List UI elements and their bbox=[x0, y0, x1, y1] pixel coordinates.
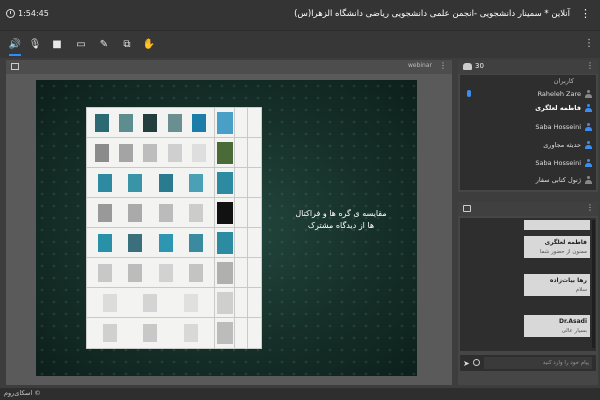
user-name: ژنول کتابی سفار bbox=[535, 176, 581, 184]
users-count-value: 30 bbox=[475, 62, 484, 70]
chat-message: رها بیات‌زاده سلام bbox=[524, 274, 590, 296]
user-name: حدیثه مجاوری bbox=[543, 141, 581, 149]
mic-muted-icon[interactable]: 🎙 bbox=[28, 37, 42, 51]
clock-icon bbox=[6, 9, 15, 18]
user-icon bbox=[585, 141, 592, 149]
figure-row bbox=[87, 138, 261, 168]
chat-message: فاطمه لعلگری ممنون از حضور شما bbox=[524, 236, 590, 258]
figure-row bbox=[87, 228, 261, 258]
presentation-panel: webinar ⋮ مقایسه ی گره ها و فراکتال ها ا… bbox=[6, 60, 452, 385]
session-time: 1:54:45 bbox=[18, 9, 49, 18]
chat-input[interactable] bbox=[484, 357, 592, 369]
user-icon bbox=[585, 104, 592, 112]
users-panel-header: 30 ⋮ bbox=[458, 60, 598, 74]
screen-share-icon[interactable]: ▭ bbox=[74, 37, 88, 51]
chat-text: ممنون از حضور شما bbox=[539, 249, 587, 255]
main-menu-icon[interactable]: ⋮ bbox=[580, 8, 591, 19]
chat-input-bar: ➤ bbox=[460, 355, 596, 371]
raise-hand-icon[interactable]: ✋ bbox=[142, 37, 156, 51]
user-icon bbox=[585, 123, 592, 131]
user-row[interactable]: ژنول کتابی سفار bbox=[536, 174, 592, 186]
top-bar: 1:54:45 آنلاین * سمینار دانشجویی -انجمن … bbox=[0, 0, 600, 30]
speaking-mic-icon bbox=[467, 90, 471, 97]
presentation-header: webinar ⋮ bbox=[6, 60, 452, 74]
chat-menu-icon[interactable]: ⋮ bbox=[586, 203, 594, 212]
chat-text: سلام bbox=[575, 287, 587, 293]
chat-panel-header: ⋮ bbox=[458, 202, 598, 216]
user-icon bbox=[585, 176, 592, 184]
chat-scrollbar[interactable] bbox=[592, 220, 595, 348]
users-panel: 30 ⋮ کاربران Raheleh Zare فاطمه لعلگری S… bbox=[458, 60, 598, 192]
presentation-panel-icon bbox=[11, 63, 19, 70]
users-menu-icon[interactable]: ⋮ bbox=[586, 61, 594, 70]
presentation-icon[interactable]: ⧉ bbox=[120, 37, 134, 51]
toolbar-more-icon[interactable]: ⋮ bbox=[584, 38, 594, 49]
session-timer: 1:54:45 bbox=[6, 9, 49, 18]
figure-row bbox=[87, 198, 261, 228]
figure-row bbox=[87, 318, 261, 348]
people-icon bbox=[463, 62, 472, 70]
user-name: Saba Hosseini bbox=[535, 159, 581, 167]
user-row[interactable]: حدیثه مجاوری bbox=[543, 139, 592, 151]
brand-label: اسکای‌روم © bbox=[4, 389, 41, 397]
figure-row bbox=[87, 258, 261, 288]
user-name: Saba Hosseini bbox=[535, 123, 581, 131]
chat-message: Dr.Asadi بسیار عالی bbox=[524, 315, 590, 337]
chat-sender: Dr.Asadi bbox=[559, 318, 587, 325]
user-icon bbox=[585, 159, 592, 167]
presentation-menu-icon[interactable]: ⋮ bbox=[439, 61, 447, 70]
emoji-icon[interactable] bbox=[473, 359, 480, 366]
user-name: Raheleh Zare bbox=[537, 90, 581, 98]
chat-sender: رها بیات‌زاده bbox=[549, 277, 587, 284]
draw-icon[interactable]: ✎ bbox=[97, 37, 111, 51]
figure-row bbox=[87, 288, 261, 318]
presentation-tag: webinar bbox=[407, 62, 432, 69]
users-section-label: کاربران bbox=[553, 77, 574, 85]
audio-icon[interactable]: 🔊 bbox=[8, 37, 22, 56]
room-title: آنلاین * سمینار دانشجویی -انجمن علمی دان… bbox=[294, 9, 570, 19]
user-row[interactable]: فاطمه لعلگری bbox=[535, 102, 592, 114]
user-row[interactable]: Saba Hosseini bbox=[535, 121, 592, 133]
user-row[interactable]: Raheleh Zare bbox=[538, 88, 592, 100]
users-count: 30 bbox=[463, 62, 484, 70]
slide-figure-table bbox=[86, 107, 262, 349]
chat-messages[interactable]: فاطمه لعلگری ممنون از حضور شما رها بیات‌… bbox=[460, 218, 596, 351]
chat-text: بسیار عالی bbox=[561, 328, 587, 334]
user-row[interactable]: Saba Hosseini bbox=[535, 157, 592, 169]
figure-row bbox=[87, 168, 261, 198]
toolbar: 🔊 🎙 ■ ▭ ✎ ⧉ ✋ ⋮ bbox=[0, 30, 600, 58]
user-icon bbox=[585, 90, 592, 98]
send-icon[interactable]: ➤ bbox=[463, 359, 470, 368]
figure-row bbox=[87, 108, 261, 138]
slide: مقایسه ی گره ها و فراکتال ها از دیدگاه م… bbox=[36, 80, 417, 376]
footer: اسکای‌روم © bbox=[0, 388, 600, 400]
user-name: فاطمه لعلگری bbox=[535, 104, 581, 112]
camera-icon[interactable]: ■ bbox=[50, 37, 64, 51]
chat-sender: فاطمه لعلگری bbox=[544, 239, 587, 246]
slide-title: مقایسه ی گره ها و فراکتال ها از دیدگاه م… bbox=[295, 209, 387, 230]
chat-panel: ⋮ فاطمه لعلگری ممنون از حضور شما رها بیا… bbox=[458, 202, 598, 385]
chat-icon bbox=[463, 205, 471, 212]
users-list: کاربران Raheleh Zare فاطمه لعلگری Saba H… bbox=[460, 75, 596, 190]
chat-message-partial bbox=[524, 220, 590, 230]
